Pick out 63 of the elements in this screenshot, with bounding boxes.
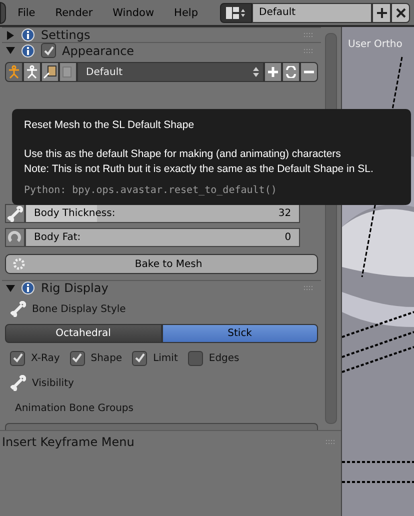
bone-icon	[7, 206, 23, 222]
slider-label: Body Thickness:	[34, 208, 116, 219]
viewport-label: User Ortho	[348, 39, 402, 50]
menu-item[interactable]: File	[10, 6, 44, 18]
panel-header[interactable]: Settings	[2, 27, 322, 42]
panel-header[interactable]: Insert Keyframe Menu	[0, 431, 341, 453]
bone-icon	[10, 301, 26, 317]
slider-value: 32	[278, 208, 292, 219]
info-icon[interactable]	[21, 281, 35, 295]
close-icon[interactable]	[391, 2, 410, 22]
option-label: Limit	[153, 352, 178, 364]
bake-button[interactable]: Bake to Mesh	[5, 254, 318, 274]
option-label: Edges	[208, 352, 240, 364]
slider-value: 0	[284, 232, 292, 243]
collapse-icon[interactable]	[6, 284, 15, 292]
checkbox[interactable]	[132, 350, 148, 366]
preset-dropdown[interactable]: Default	[77, 62, 264, 82]
panel-title: Appearance	[62, 44, 134, 58]
layout-field[interactable]: Default	[252, 2, 372, 22]
gear-icon	[12, 257, 26, 271]
panel-header[interactable]: Rig Display	[2, 280, 322, 295]
expand-icon[interactable]	[6, 30, 15, 40]
paste-icon[interactable]	[59, 62, 77, 82]
section-label: Bone Display Style	[32, 304, 126, 314]
value-slider[interactable]: Body Fat: 0	[25, 228, 300, 247]
tooltip-text: Use this as the default Shape for making (and animating) characters	[24, 147, 342, 162]
panel-title: Rig Display	[41, 281, 108, 295]
editor-type-button[interactable]	[0, 2, 6, 24]
remove-icon[interactable]	[300, 62, 318, 82]
option-label: X-Ray	[31, 352, 60, 364]
info-icon[interactable]	[21, 44, 35, 58]
collapse-icon[interactable]	[6, 46, 15, 55]
info-icon[interactable]	[21, 28, 35, 42]
figure-icon[interactable]	[5, 62, 23, 82]
checkbox[interactable]	[70, 350, 85, 366]
menu-item[interactable]: Help	[166, 6, 206, 18]
option-label: Shape	[90, 352, 122, 364]
section-label: Visibility	[32, 378, 74, 388]
panel-title: Settings	[41, 28, 90, 42]
checkbox[interactable]	[41, 43, 56, 58]
figure-icon[interactable]	[23, 62, 41, 82]
checkbox[interactable]	[10, 350, 25, 366]
layout-icon[interactable]	[220, 2, 252, 22]
tooltip-title: Reset Mesh to the SL Default Shape	[24, 118, 196, 133]
panel-title: Insert Keyframe Menu	[2, 435, 134, 449]
value-slider[interactable]: Body Thickness: 32	[25, 204, 300, 223]
panel-header[interactable]: Appearance	[2, 42, 322, 58]
checkbox[interactable]	[188, 350, 203, 366]
magnet-icon	[8, 230, 22, 244]
paste-icon[interactable]	[41, 62, 59, 82]
section-label: Animation Bone Groups	[15, 402, 134, 414]
cut-off-field[interactable]	[5, 423, 318, 430]
refresh-icon[interactable]	[282, 62, 300, 82]
style-option[interactable]: Octahedral	[5, 324, 162, 343]
slider-label: Body Fat:	[34, 232, 81, 243]
bone-icon	[10, 375, 26, 391]
style-option[interactable]: Stick	[162, 324, 318, 343]
menu-item[interactable]: Render	[47, 6, 101, 18]
add-icon[interactable]	[372, 2, 391, 22]
add-icon[interactable]	[264, 62, 282, 82]
up-down-arrows-icon	[253, 67, 260, 77]
python-path: Python: bpy.ops.avastar.reset_to_default()	[24, 184, 278, 198]
menu-item[interactable]: Window	[104, 6, 162, 18]
